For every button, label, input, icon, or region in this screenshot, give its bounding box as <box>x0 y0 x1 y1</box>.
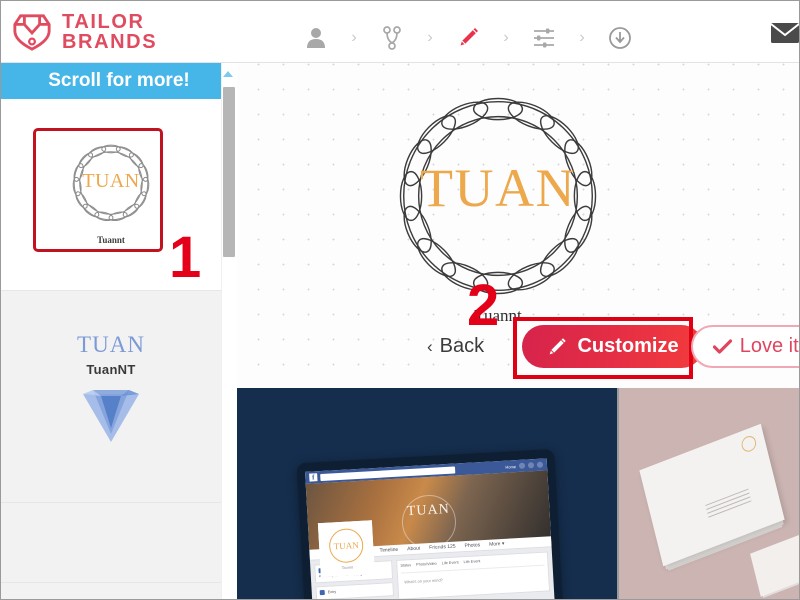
scroll-for-more-banner[interactable]: Scroll for more! <box>1 63 237 99</box>
logo-preview-diamond: TUAN TuanNT <box>46 332 176 462</box>
logo-thumbnail-2-sub: TuanNT <box>86 361 136 377</box>
facebook-entry-card: Entry <box>315 582 395 599</box>
logo-thumbnail-list: TUAN Tuannt TUAN TuanNT <box>1 99 221 583</box>
brand-name-line2: BRANDS <box>62 31 158 54</box>
logo-action-bar: ‹ Back Customize Love it! <box>237 317 800 381</box>
diamond-gem-icon <box>83 389 139 442</box>
chevron-left-icon: ‹ <box>427 336 433 356</box>
brand-wordmark: TAILOR BRANDS <box>62 12 157 53</box>
pencil-icon <box>550 337 567 354</box>
facebook-nav-right: Home <box>505 461 544 470</box>
main-logo-name: TUAN <box>420 158 576 218</box>
facebook-tab-more[interactable]: More ▾ <box>489 541 505 548</box>
logo-preview-canvas: TUAN Tuannt ‹ Back Customize Love it! <box>237 63 800 388</box>
logo-thumbnail-2-name: TUAN <box>77 331 145 357</box>
step-sliders-icon[interactable] <box>529 22 559 54</box>
sliders-icon <box>534 28 554 48</box>
avatar-logo-sub: Tuannt <box>341 563 354 570</box>
step-progress-nav: › › › › <box>301 22 635 54</box>
facebook-tab-photos[interactable]: Photos <box>464 542 480 549</box>
paper-logo-mark-icon <box>740 433 758 454</box>
annotation-marker-1: 1 <box>169 225 202 290</box>
step-separator: › <box>579 29 585 46</box>
logo-thumbnail-3[interactable] <box>1 503 221 583</box>
tailor-brands-app: TAILOR BRANDS › › › › Scroll for more! T… <box>0 0 800 600</box>
brand-logo[interactable]: TAILOR BRANDS <box>11 12 157 53</box>
person-icon <box>307 28 325 48</box>
business-card-mockup <box>750 527 799 597</box>
step-branch-icon[interactable] <box>377 22 407 54</box>
stationery-mockup-panel[interactable] <box>617 388 799 599</box>
facebook-tab-timeline[interactable]: Timeline <box>379 547 398 554</box>
composer-tab-life-event[interactable]: Life Event <box>463 559 480 566</box>
step-pencil-icon-active[interactable] <box>453 22 483 54</box>
back-button[interactable]: ‹ Back <box>427 335 484 358</box>
top-navigation-bar: TAILOR BRANDS › › › › <box>1 1 799 63</box>
step-separator: › <box>427 29 433 46</box>
facebook-home-label: Home <box>505 463 517 470</box>
paper-stack-mockup <box>639 423 785 567</box>
sidebar-scrollbar-thumb[interactable] <box>223 87 235 257</box>
brand-name-line1: TAILOR <box>62 11 145 33</box>
avatar-logo-name: TUAN <box>328 527 365 564</box>
logo-thumbnail-1-name: TUAN <box>82 169 140 192</box>
composer-tab-photo[interactable]: Photo/Video <box>416 562 437 569</box>
composer-tab-live[interactable]: Life Event <box>442 560 459 567</box>
step-person-icon[interactable] <box>301 22 331 54</box>
laptop-screen: f Home TUAN TUAN Tuannt Timeline About F… <box>305 458 556 599</box>
logo-thumbnail-2[interactable]: TUAN TuanNT <box>1 291 221 503</box>
pencil-icon <box>460 28 478 46</box>
annotation-marker-2: 2 <box>467 273 500 338</box>
facebook-mockup-panel[interactable]: f Home TUAN TUAN Tuannt Timeline About F… <box>237 388 617 599</box>
step-separator: › <box>503 29 509 46</box>
envelope-icon[interactable] <box>771 23 799 43</box>
facebook-composer[interactable]: Status Photo/Video Life Event Life Event… <box>396 551 551 599</box>
tailor-brands-heart-shield-icon <box>13 14 51 52</box>
sidebar-scrollbar-track[interactable] <box>221 63 237 599</box>
back-button-label: Back <box>439 335 485 357</box>
main-logo-preview[interactable]: TUAN Tuannt <box>383 81 633 331</box>
logo-preview-wreath: TUAN Tuannt <box>48 135 174 255</box>
customize-button[interactable]: Customize <box>522 325 703 368</box>
check-icon <box>712 338 732 354</box>
logo-thumbnail-1-sub: Tuannt <box>97 234 125 245</box>
facebook-messages-icon <box>527 462 535 469</box>
facebook-friends-icon <box>518 462 526 469</box>
logo-results-sidebar: Scroll for more! TUAN Tuannt TUAN TuanNT <box>1 63 237 599</box>
branch-icon <box>383 26 401 50</box>
brand-mockup-strip: f Home TUAN TUAN Tuannt Timeline About F… <box>237 388 799 599</box>
facebook-entry-text: Entry <box>327 590 337 595</box>
facebook-notifications-icon <box>536 461 544 468</box>
facebook-right-column: Status Photo/Video Life Event Life Event… <box>396 551 551 599</box>
mockup-divider <box>617 388 619 599</box>
scroll-banner-label: Scroll for more! <box>48 70 190 91</box>
laptop-mockup: f Home TUAN TUAN Tuannt Timeline About F… <box>296 448 564 599</box>
facebook-cover-photo: TUAN TUAN Tuannt <box>305 470 551 578</box>
facebook-logo-icon: f <box>309 473 318 482</box>
step-separator: › <box>351 29 357 46</box>
download-circle-icon <box>609 27 631 49</box>
love-it-button[interactable]: Love it! <box>691 325 800 368</box>
step-download-icon[interactable] <box>605 22 635 54</box>
composer-tab-status[interactable]: Status <box>400 563 411 569</box>
facebook-profile-avatar: TUAN Tuannt <box>317 520 375 578</box>
customize-button-label: Customize <box>577 335 679 357</box>
facebook-entry-icon <box>319 590 325 596</box>
caret-up-icon[interactable] <box>223 71 233 77</box>
paper-text-lines <box>705 488 753 527</box>
love-it-button-label: Love it! <box>739 335 800 357</box>
